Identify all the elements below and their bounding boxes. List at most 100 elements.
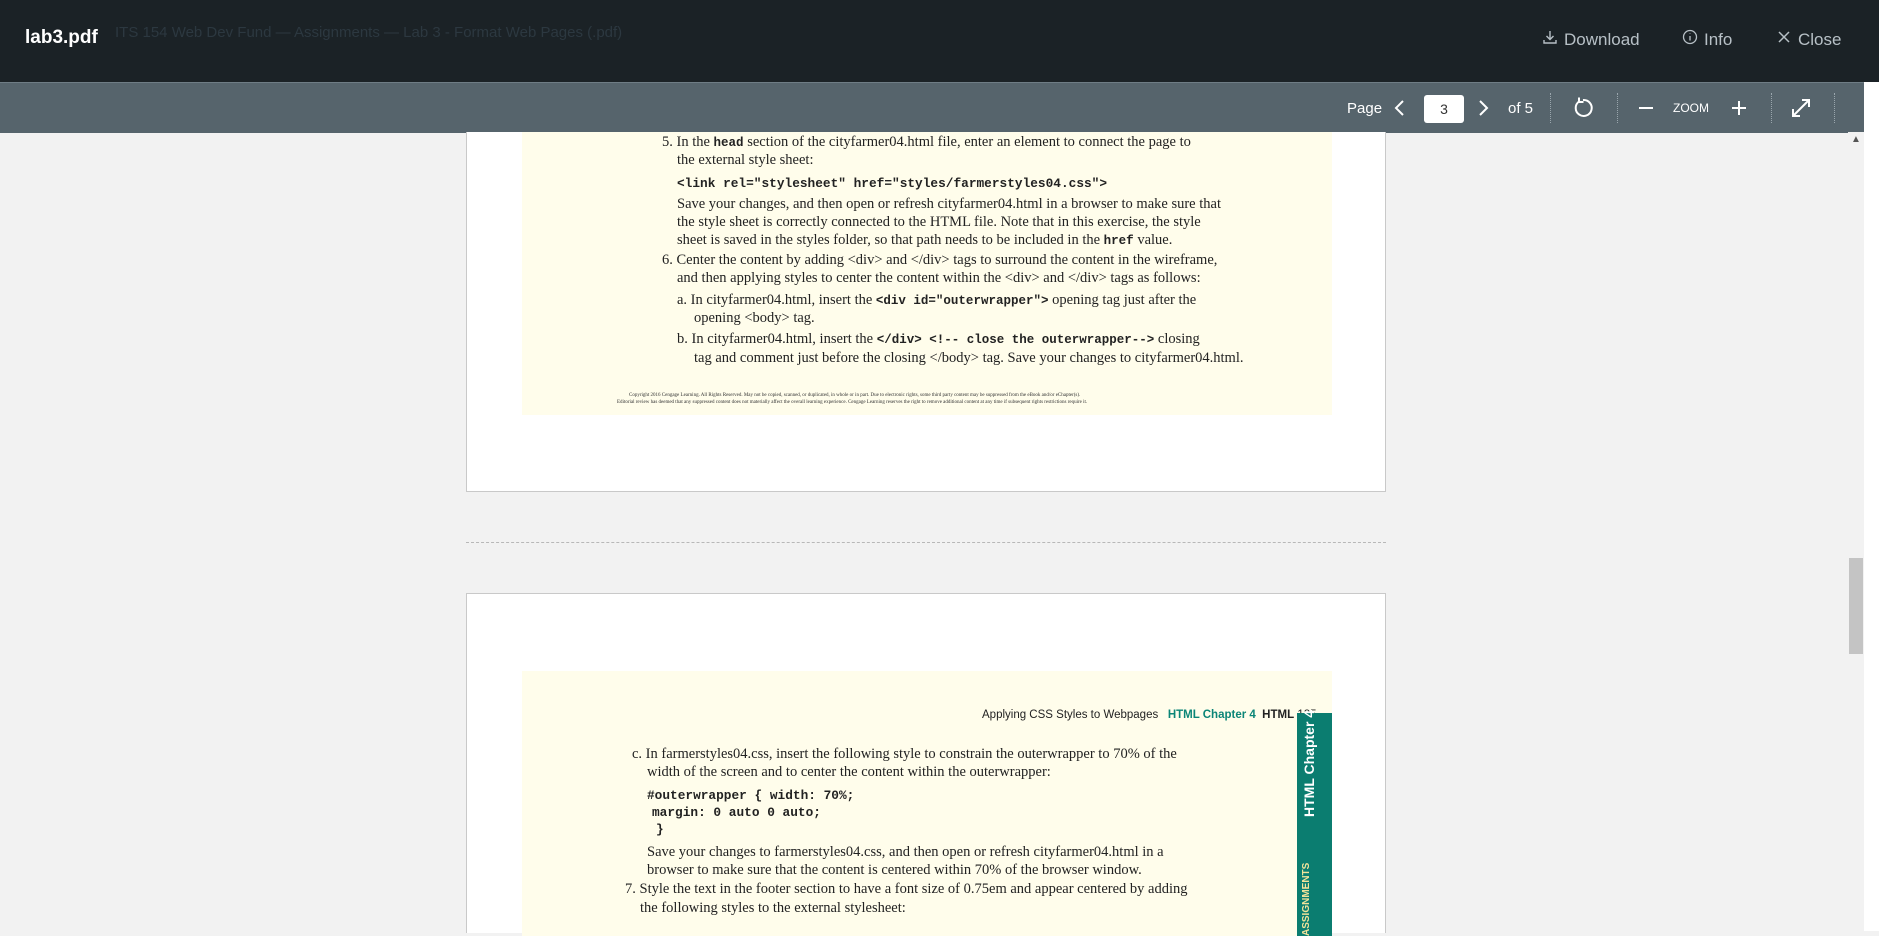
document-line: width of the screen and to center the co… [647, 764, 1051, 781]
copyright-notice: Editorial review has deemed that any sup… [617, 400, 1088, 405]
line-text: b. In cityfarmer04.html, insert the [677, 331, 877, 347]
pdf-page: Applying CSS Styles to Webpages HTML Cha… [466, 593, 1386, 936]
document-line: 7. Style the text in the footer section … [625, 881, 1188, 898]
chevron-right-icon [1479, 100, 1489, 116]
toolbar-divider [1550, 93, 1552, 123]
line-text: value. [1133, 232, 1173, 248]
info-button[interactable]: Info [1682, 29, 1732, 50]
line-code: <link rel="stylesheet" href="styles/farm… [677, 176, 1108, 191]
download-label: Download [1564, 29, 1640, 49]
vertical-scrollbar[interactable] [1848, 132, 1864, 931]
page-number-input[interactable] [1424, 95, 1464, 123]
scroll-up-arrow-icon[interactable]: ▲ [1849, 134, 1863, 146]
line-text: Save your changes, and then open or refr… [677, 196, 1221, 212]
header-book: HTML [1262, 709, 1295, 721]
document-line: sheet is saved in the styles folder, so … [677, 232, 1172, 249]
line-text: a. In cityfarmer04.html, insert the [677, 292, 876, 308]
document-line: #outerwrapper { width: 70%; [647, 787, 854, 804]
document-line: the external style sheet: [677, 152, 814, 169]
document-line: 5. In the head section of the cityfarmer… [662, 134, 1191, 151]
document-line: the style sheet is correctly connected t… [677, 214, 1201, 231]
document-line: Save your changes to farmerstyles04.css,… [647, 844, 1164, 861]
background-breadcrumb: ITS 154 Web Dev Fund — Assignments — Lab… [115, 24, 623, 41]
page-count: of 5 [1508, 99, 1534, 117]
page-label: Page [1347, 99, 1383, 117]
line-text: 7. Style the text in the footer section … [625, 881, 1188, 897]
document-line: c. In farmerstyles04.css, insert the fol… [632, 746, 1177, 763]
download-icon [1542, 29, 1558, 50]
page-content-area: Applying CSS Styles to Webpages HTML Cha… [522, 671, 1332, 936]
zoom-in-button[interactable] [1727, 96, 1751, 120]
page-separator [466, 542, 1386, 543]
zoom-out-button[interactable] [1634, 96, 1658, 120]
line-code: } [656, 822, 664, 837]
toolbar-divider [1834, 93, 1836, 123]
document-line: the following styles to the external sty… [640, 900, 906, 917]
line-code: <div id="outerwrapper"> [875, 294, 1049, 308]
line-text: the style sheet is correctly connected t… [677, 214, 1201, 230]
document-line: b. In cityfarmer04.html, insert the </di… [677, 331, 1200, 348]
pdf-toolbar: Page of 5 ZOOM [0, 82, 1879, 133]
document-line: } [656, 821, 664, 838]
expand-icon [1792, 99, 1810, 117]
line-text: opening <body> tag. [694, 310, 815, 326]
zoom-label: ZOOM [1673, 101, 1709, 115]
line-code: head [713, 136, 744, 150]
document-line: and then applying styles to center the c… [677, 270, 1201, 287]
document-line: margin: 0 auto 0 auto; [652, 804, 821, 821]
chevron-left-icon [1394, 100, 1404, 116]
close-button[interactable]: Close [1776, 29, 1841, 50]
page-content-area: Copyright 2016 Cengage Learning. All Rig… [522, 132, 1332, 415]
close-icon [1776, 29, 1792, 50]
toolbar-divider [1617, 93, 1619, 123]
document-line: 6. Center the content by adding <div> an… [662, 252, 1217, 269]
plus-icon [1732, 101, 1746, 115]
line-text: the external style sheet: [677, 152, 814, 168]
scrollbar-edge [1864, 82, 1879, 931]
line-code: #outerwrapper { width: 70%; [647, 788, 855, 803]
line-text: the following styles to the external sty… [640, 900, 906, 916]
pdf-page: Copyright 2016 Cengage Learning. All Rig… [466, 132, 1386, 492]
fullscreen-button[interactable] [1789, 96, 1813, 120]
toolbar-divider [1771, 93, 1773, 123]
rotate-icon [1574, 97, 1593, 117]
line-text: width of the screen and to center the co… [647, 764, 1051, 780]
header-chapter: HTML Chapter 4 [1167, 709, 1256, 721]
document-line: a. In cityfarmer04.html, insert the <div… [677, 292, 1196, 309]
copyright-notice: Copyright 2016 Cengage Learning. All Rig… [629, 393, 1081, 398]
line-text: opening tag just after the [1048, 292, 1197, 308]
viewer-header: ITS 154 Web Dev Fund — Assignments — Lab… [0, 0, 1879, 82]
document-line: Save your changes, and then open or refr… [677, 196, 1221, 213]
scrollbar-thumb[interactable] [1849, 558, 1863, 654]
line-text: c. In farmerstyles04.css, insert the fol… [632, 746, 1177, 762]
document-line: browser to make sure that the content is… [647, 862, 1142, 879]
tab-chapter-label: HTML Chapter 4 [1301, 709, 1317, 817]
line-text: 6. Center the content by adding <div> an… [662, 252, 1218, 268]
tab-section-label: ASSIGNMENTS [1301, 862, 1312, 936]
line-text: Save your changes to farmerstyles04.css,… [647, 844, 1164, 860]
line-text: browser to make sure that the content is… [647, 862, 1142, 878]
document-line: <link rel="stylesheet" href="styles/farm… [677, 175, 1107, 192]
line-code: href [1103, 234, 1134, 248]
file-title: lab3.pdf [25, 27, 98, 48]
chapter-tab: HTML Chapter 4 ASSIGNMENTS [1297, 709, 1332, 936]
line-text: and then applying styles to center the c… [677, 270, 1201, 286]
line-text: 5. In the [662, 134, 714, 150]
document-line: opening <body> tag. [694, 310, 815, 327]
line-text: closing [1154, 331, 1200, 347]
document-line: tag and comment just before the closing … [694, 350, 1244, 367]
line-text: tag and comment just before the closing … [694, 350, 1244, 366]
header-title: Applying CSS Styles to Webpages [982, 709, 1159, 721]
line-code: margin: 0 auto 0 auto; [652, 805, 821, 820]
info-label: Info [1704, 29, 1733, 49]
close-label: Close [1798, 29, 1842, 49]
line-code: </div> <!-- close the outerwrapper--> [876, 333, 1155, 347]
rotate-button[interactable] [1571, 96, 1595, 120]
info-icon [1682, 29, 1698, 50]
line-text: sheet is saved in the styles folder, so … [677, 232, 1104, 248]
next-page-button[interactable] [1471, 96, 1495, 120]
running-header: Applying CSS Styles to Webpages HTML Cha… [982, 709, 1317, 721]
download-button[interactable]: Download [1542, 29, 1640, 50]
previous-page-button[interactable] [1388, 96, 1412, 120]
minus-icon [1639, 107, 1653, 109]
